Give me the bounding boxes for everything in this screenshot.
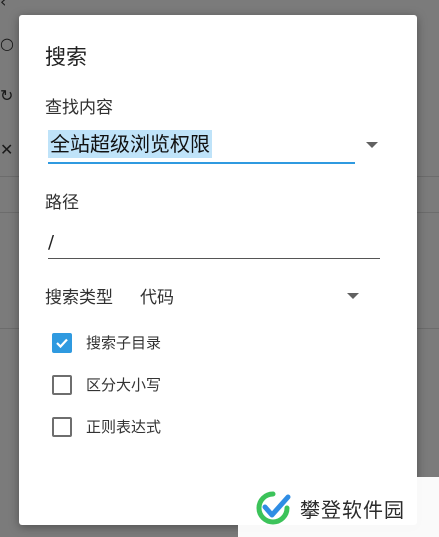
refresh-icon: ↻: [0, 86, 14, 105]
checkbox-checked-icon[interactable]: [52, 333, 72, 353]
watermark: 攀登软件园: [238, 477, 439, 537]
watermark-text: 攀登软件园: [300, 498, 405, 522]
search-type-dropdown-icon[interactable]: [347, 293, 359, 299]
path-label: 路径: [45, 193, 79, 213]
search-type-value: 代码: [140, 288, 174, 308]
back-arrow-icon: ‹: [0, 0, 7, 11]
option-search-subdirectories[interactable]: 搜索子目录: [52, 333, 252, 357]
close-icon: ✕: [0, 140, 14, 159]
search-icon: ○: [0, 34, 14, 53]
search-dialog: 搜索 查找内容 全站超级浏览权限 路径 / 搜索类型 代码 搜索子目录 区分大小…: [19, 15, 417, 525]
watermark-logo-icon: [256, 491, 291, 525]
option-case-sensitive[interactable]: 区分大小写: [52, 375, 252, 399]
query-input[interactable]: 全站超级浏览权限: [48, 128, 355, 164]
dialog-title: 搜索: [45, 45, 87, 69]
option-label: 区分大小写: [86, 376, 162, 394]
search-type-select[interactable]: 搜索类型 代码: [45, 283, 367, 309]
query-value: 全站超级浏览权限: [48, 130, 212, 158]
option-regex[interactable]: 正则表达式: [52, 417, 252, 441]
option-label: 正则表达式: [86, 418, 162, 436]
path-input[interactable]: /: [48, 228, 380, 259]
checkbox-unchecked-icon[interactable]: [52, 417, 72, 437]
option-label: 搜索子目录: [86, 334, 162, 352]
checkbox-unchecked-icon[interactable]: [52, 375, 72, 395]
query-label: 查找内容: [45, 98, 113, 118]
query-history-dropdown-icon[interactable]: [366, 142, 378, 148]
search-type-label: 搜索类型: [45, 288, 113, 308]
